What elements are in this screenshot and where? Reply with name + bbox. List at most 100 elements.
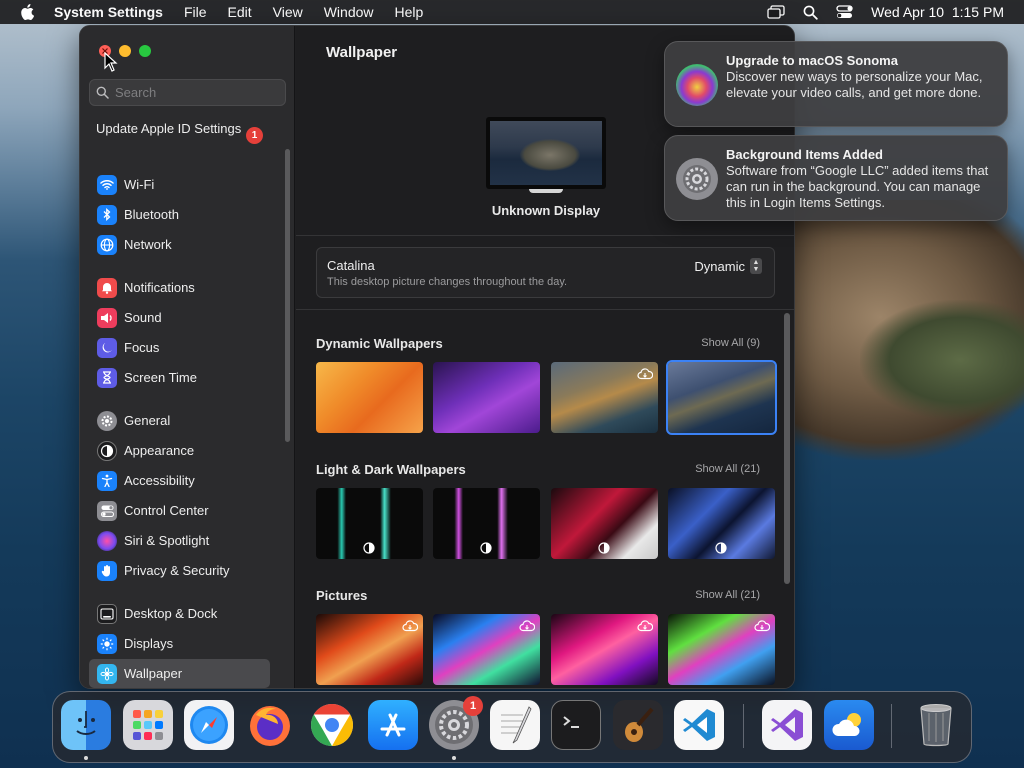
switches-icon [97, 500, 117, 521]
sidebar-item-network[interactable]: Network [89, 230, 270, 259]
wallpaper-thumbnail-imac-blue[interactable] [668, 488, 775, 559]
bluetooth-icon [97, 204, 117, 225]
sidebar-item-label: Sound [124, 310, 162, 325]
macos-sonoma-icon [676, 64, 718, 106]
chevron-up-down-icon: ▲ ▼ [750, 258, 762, 274]
wallpaper-thumbnail-picture-blue[interactable] [433, 614, 540, 685]
light-dark-icon [478, 541, 494, 555]
wallpaper-thumbnail-catalina[interactable] [666, 360, 777, 435]
sidebar-item-label: Accessibility [124, 473, 195, 488]
sidebar-item-bluetooth[interactable]: Bluetooth [89, 200, 270, 229]
globe-icon [97, 234, 117, 255]
help-menu[interactable]: Help [395, 4, 424, 20]
divider [296, 235, 794, 236]
wallpaper-thumbnail-ventura[interactable] [316, 362, 423, 433]
screen-mirroring-icon[interactable] [767, 5, 785, 19]
show-all-light-dark-button[interactable]: Show All (21) [695, 463, 760, 475]
sidebar-item-appearance[interactable]: Appearance [89, 436, 270, 465]
notification-title: Upgrade to macOS Sonoma [726, 53, 898, 68]
section-title-pictures: Pictures [316, 588, 368, 603]
dock-weather-icon[interactable] [824, 700, 874, 750]
sidebar-item-label: Screen Time [124, 370, 197, 385]
menu-clock[interactable]: Wed Apr 10 1:15 PM [871, 4, 1004, 20]
notification-background-items[interactable]: Background Items Added Software from “Go… [664, 135, 1008, 221]
edit-menu[interactable]: Edit [228, 4, 252, 20]
dock-chrome-icon[interactable] [307, 700, 357, 750]
menu-bar: System Settings File Edit View Window He… [0, 0, 1024, 24]
wallpaper-thumbnail-picture-green[interactable] [668, 614, 775, 685]
notification-upgrade-sonoma[interactable]: Upgrade to macOS Sonoma Discover new way… [664, 41, 1008, 127]
show-all-pictures-button[interactable]: Show All (21) [695, 589, 760, 601]
sidebar-item-privacy-security[interactable]: Privacy & Security [89, 556, 270, 585]
wallpaper-thumbnail-mac-teal[interactable] [316, 488, 423, 559]
sidebar-item-label: Desktop & Dock [124, 606, 218, 621]
wallpaper-thumbnail-mac-purple[interactable] [433, 488, 540, 559]
wallpaper-thumbnail-picture-pink[interactable] [551, 614, 658, 685]
sidebar-item-label: Wi-Fi [124, 177, 155, 192]
sidebar-item-apple-id[interactable]: Update Apple ID Settings [96, 121, 246, 137]
spotlight-search-icon[interactable] [803, 5, 818, 20]
apple-menu-icon[interactable] [18, 4, 36, 20]
sidebar-item-wifi[interactable]: Wi-Fi [89, 170, 270, 199]
dock-terminal-icon[interactable] [551, 700, 601, 750]
cloud-download-icon [402, 619, 418, 633]
sidebar-item-focus[interactable]: Focus [89, 333, 270, 362]
sidebar-item-desktop-dock[interactable]: Desktop & Dock [89, 599, 270, 628]
system-settings-badge: 1 [463, 696, 483, 716]
cloud-download-icon [519, 619, 535, 633]
sidebar-item-siri-spotlight[interactable]: Siri & Spotlight [89, 526, 270, 555]
dock-garageband-icon[interactable] [613, 700, 663, 750]
search-input[interactable] [115, 85, 275, 100]
sidebar-item-screen-time[interactable]: Screen Time [89, 363, 270, 392]
notification-title: Background Items Added [726, 147, 883, 162]
show-all-dynamic-button[interactable]: Show All (9) [701, 337, 760, 349]
dock-visual-studio-icon[interactable] [762, 700, 812, 750]
sidebar-item-control-center[interactable]: Control Center [89, 496, 270, 525]
dock-safari-icon[interactable] [184, 700, 234, 750]
gear-icon [97, 410, 117, 431]
sidebar-item-sound[interactable]: Sound [89, 303, 270, 332]
sidebar-item-wallpaper[interactable]: Wallpaper [89, 659, 270, 688]
dock-firefox-icon[interactable] [245, 700, 295, 750]
dock-trash-icon[interactable] [911, 700, 961, 750]
speaker-icon [97, 307, 117, 328]
accessibility-icon [97, 470, 117, 491]
wallpaper-mode-popup[interactable]: Dynamic ▲ ▼ [694, 258, 762, 274]
page-title: Wallpaper [326, 44, 398, 61]
wallpaper-thumbnail-imac-red[interactable] [551, 488, 658, 559]
content-scrollbar[interactable] [784, 313, 790, 584]
sidebar-item-label: Network [124, 237, 172, 252]
sidebar-scrollbar[interactable] [285, 149, 290, 442]
wifi-icon [97, 174, 117, 195]
sidebar-item-displays[interactable]: Displays [89, 629, 270, 658]
sidebar-item-label: Bluetooth [124, 207, 179, 222]
mouse-pointer-icon [104, 52, 118, 72]
wallpaper-thumbnail-monterey[interactable] [433, 362, 540, 433]
dock-app-store-icon[interactable] [368, 700, 418, 750]
control-center-icon[interactable] [836, 5, 853, 19]
dock-separator [891, 704, 892, 748]
sidebar-search-field[interactable] [89, 79, 286, 106]
sidebar-item-label: Notifications [124, 280, 195, 295]
app-menu[interactable]: System Settings [54, 4, 163, 20]
sidebar-item-notifications[interactable]: Notifications [89, 273, 270, 302]
wallpaper-thumbnail-picture-orange[interactable] [316, 614, 423, 685]
hand-icon [97, 560, 117, 581]
sidebar-item-label: Privacy & Security [124, 563, 230, 578]
divider [296, 309, 794, 310]
sidebar-item-general[interactable]: General [89, 406, 270, 435]
zoom-window-button[interactable] [139, 45, 151, 57]
dock-finder-icon[interactable] [61, 700, 111, 750]
dock: 1 [52, 691, 972, 763]
wallpaper-thumbnail-big-sur[interactable] [551, 362, 658, 433]
file-menu[interactable]: File [184, 4, 207, 20]
dock-textedit-icon[interactable] [490, 700, 540, 750]
sidebar-item-accessibility[interactable]: Accessibility [89, 466, 270, 495]
dock-vscode-icon[interactable] [674, 700, 724, 750]
dock-launchpad-icon[interactable] [123, 700, 173, 750]
minimize-window-button[interactable] [119, 45, 131, 57]
view-menu[interactable]: View [273, 4, 303, 20]
cloud-download-icon [754, 619, 770, 633]
sidebar-item-label: Siri & Spotlight [124, 533, 210, 548]
window-menu[interactable]: Window [324, 4, 374, 20]
